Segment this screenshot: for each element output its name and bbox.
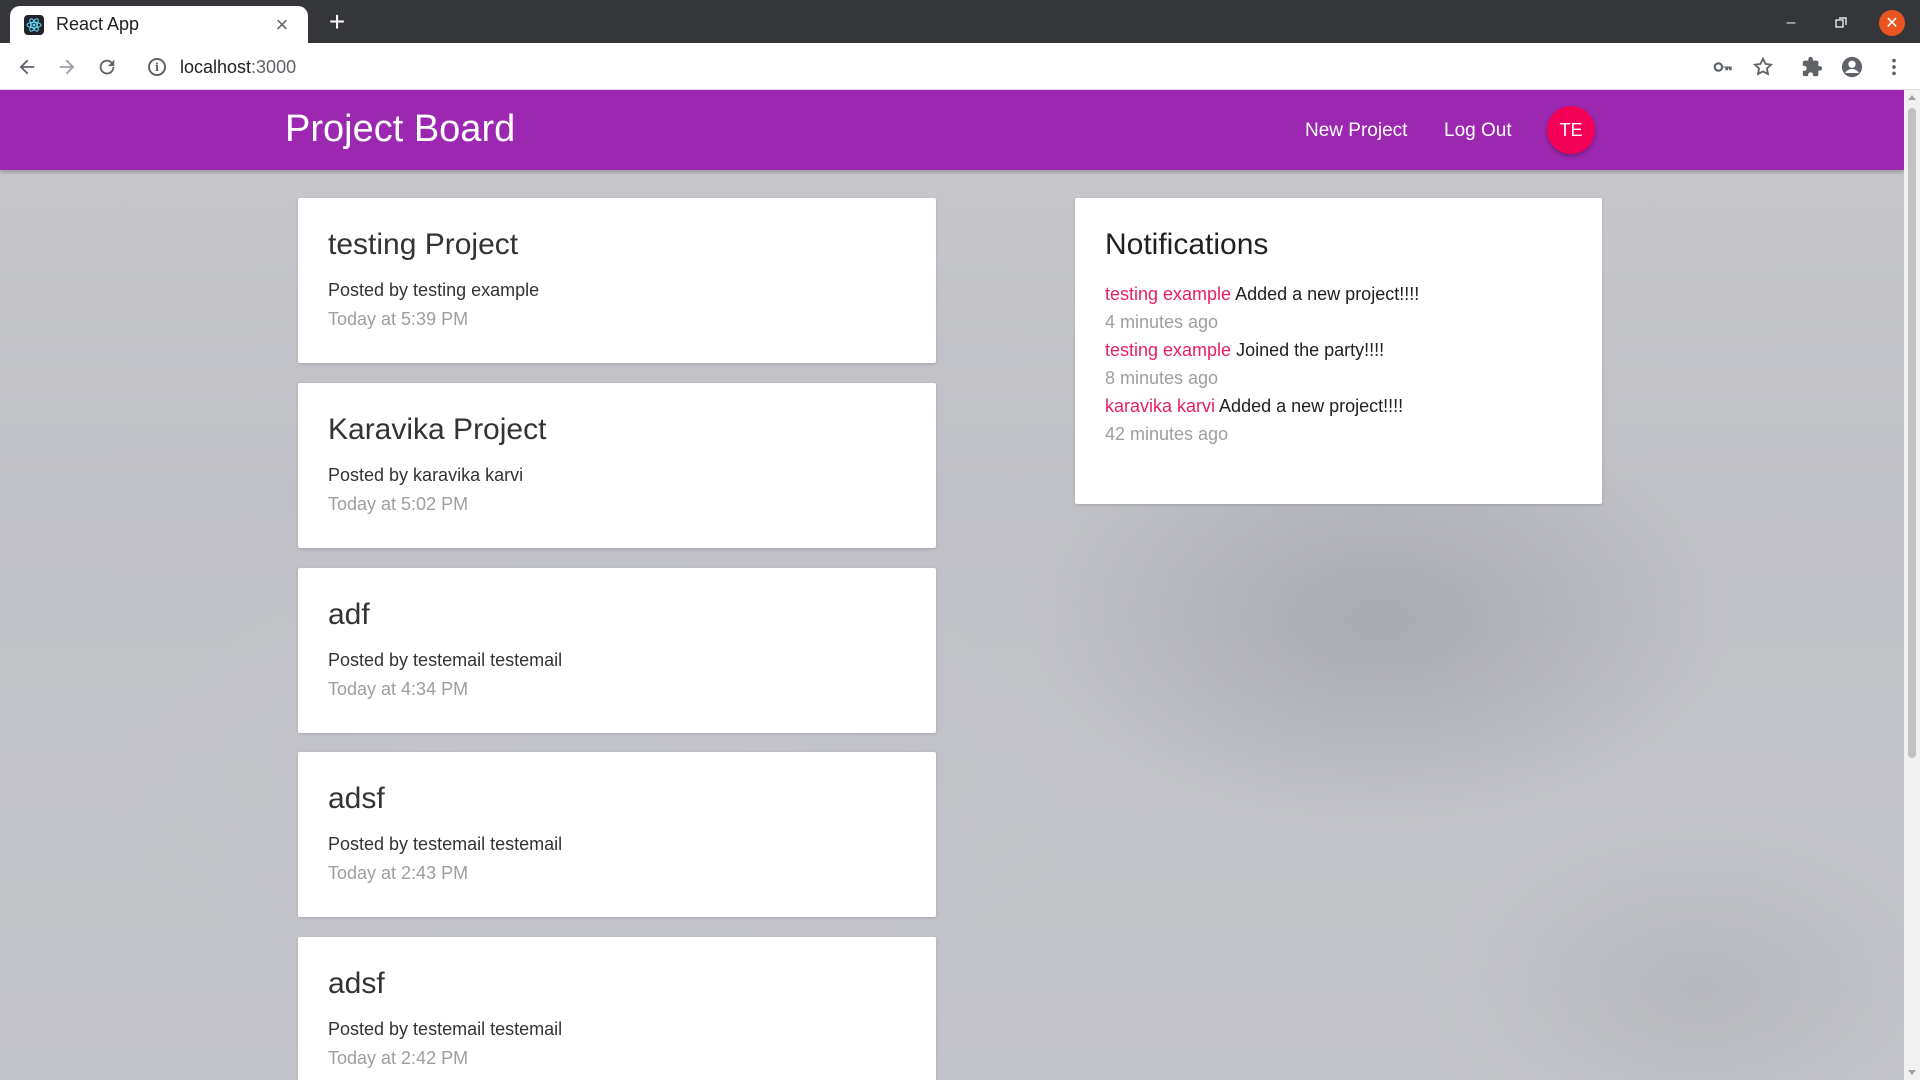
tab-title: React App — [56, 14, 140, 34]
bookmark-star-icon[interactable] — [1749, 53, 1777, 81]
notification-user-link[interactable]: testing example — [1105, 284, 1231, 304]
reload-icon[interactable] — [93, 53, 121, 81]
project-author: Posted by testemail testemail — [328, 834, 563, 854]
project-card[interactable]: adf Posted by testemail testemail Today … — [298, 568, 936, 733]
scroll-up-arrow-icon[interactable] — [1908, 95, 1916, 100]
browser-tab[interactable]: React App × — [10, 6, 308, 43]
address-bar[interactable]: i localhost:3000 — [138, 48, 1778, 86]
extensions-icon[interactable] — [1798, 53, 1826, 81]
restore-icon[interactable] — [1828, 10, 1854, 36]
url-host: localhost — [180, 56, 252, 77]
project-title[interactable]: adsf — [328, 967, 906, 1001]
site-info-icon[interactable]: i — [148, 58, 166, 76]
project-card[interactable]: testing Project Posted by testing exampl… — [298, 198, 936, 363]
notification-time: 8 minutes ago — [1105, 368, 1219, 388]
forward-arrow-icon[interactable] — [53, 53, 81, 81]
project-title[interactable]: adf — [328, 598, 906, 632]
project-time: Today at 4:34 PM — [328, 679, 469, 699]
notification-message: Added a new project!!!! — [1235, 284, 1420, 304]
notification-user-link[interactable]: karavika karvi — [1105, 396, 1215, 416]
back-arrow-icon[interactable] — [13, 53, 41, 81]
app-navbar: Project Board New Project Log Out TE — [0, 90, 1904, 170]
project-title[interactable]: Karavika Project — [328, 413, 906, 447]
log-out-button[interactable]: Log Out — [1444, 120, 1512, 142]
scroll-down-arrow-icon[interactable] — [1908, 1070, 1916, 1075]
key-icon[interactable] — [1709, 53, 1737, 81]
notification-item: testing example Added a new project!!!! — [1105, 280, 1572, 308]
project-card[interactable]: adsf Posted by testemail testemail Today… — [298, 937, 936, 1080]
project-title[interactable]: adsf — [328, 782, 906, 816]
project-time: Today at 2:43 PM — [328, 863, 469, 883]
user-avatar[interactable]: TE — [1547, 106, 1595, 154]
project-author: Posted by testemail testemail — [328, 1019, 563, 1039]
notification-item: karavika karvi Added a new project!!!! — [1105, 392, 1572, 420]
window-close-icon[interactable]: ✕ — [1879, 10, 1905, 36]
close-tab-icon[interactable]: × — [270, 13, 294, 36]
app-title[interactable]: Project Board — [285, 108, 515, 151]
project-author: Posted by karavika karvi — [328, 465, 524, 485]
notifications-panel: Notifications testing example Added a ne… — [1075, 198, 1602, 504]
notification-time: 4 minutes ago — [1105, 312, 1219, 332]
project-title[interactable]: testing Project — [328, 228, 906, 262]
notification-user-link[interactable]: testing example — [1105, 340, 1231, 360]
notifications-heading: Notifications — [1105, 228, 1269, 261]
notification-item: testing example Joined the party!!!! — [1105, 336, 1572, 364]
scroll-thumb[interactable] — [1908, 108, 1916, 758]
page-scrollbar[interactable] — [1904, 90, 1920, 1080]
browser-titlebar: React App × + – ✕ — [0, 0, 1920, 43]
project-author: Posted by testing example — [328, 280, 540, 300]
new-tab-icon[interactable]: + — [322, 8, 352, 38]
project-time: Today at 5:02 PM — [328, 494, 469, 514]
project-time: Today at 2:42 PM — [328, 1048, 469, 1068]
react-icon — [24, 14, 44, 35]
new-project-button[interactable]: New Project — [1305, 120, 1407, 142]
page-viewport: Project Board New Project Log Out TE tes… — [0, 90, 1904, 1080]
notification-time: 42 minutes ago — [1105, 424, 1229, 444]
project-author: Posted by testemail testemail — [328, 650, 563, 670]
minimize-icon[interactable]: – — [1778, 10, 1804, 36]
browser-toolbar: i localhost:3000 — [0, 43, 1920, 90]
project-time: Today at 5:39 PM — [328, 309, 469, 329]
url-text: localhost:3000 — [180, 57, 296, 78]
more-menu-icon[interactable] — [1880, 53, 1908, 81]
profile-icon[interactable] — [1838, 53, 1866, 81]
notification-message: Joined the party!!!! — [1236, 340, 1385, 360]
notification-message: Added a new project!!!! — [1219, 396, 1404, 416]
url-port: :3000 — [251, 56, 297, 77]
project-card[interactable]: Karavika Project Posted by karavika karv… — [298, 383, 936, 548]
project-card[interactable]: adsf Posted by testemail testemail Today… — [298, 752, 936, 917]
